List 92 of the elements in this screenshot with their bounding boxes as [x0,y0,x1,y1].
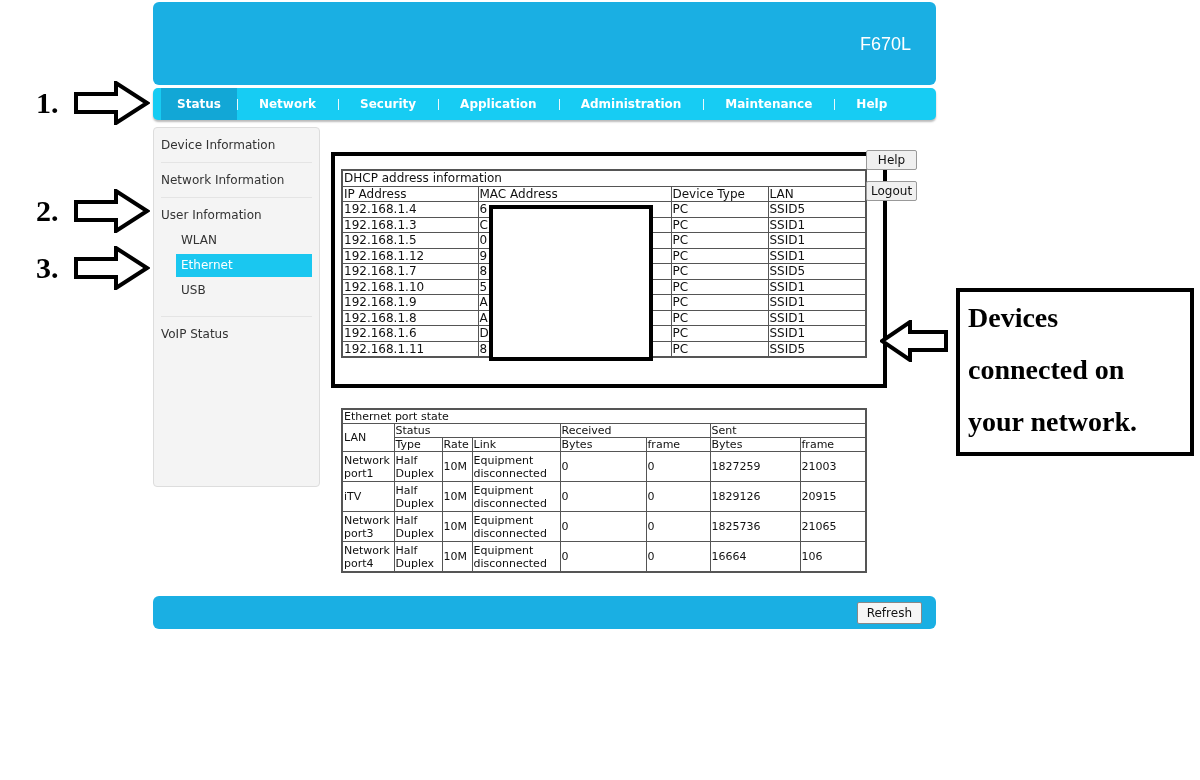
table-cell: PC [671,263,768,279]
arrow-icon [74,189,150,233]
table-cell: 192.168.1.11 [342,341,478,357]
table-cell: Half Duplex [394,511,442,542]
column-header: frame [646,437,710,452]
column-header: Received [560,423,710,438]
table-cell: 10M [442,481,472,512]
table-cell: Equipment disconnected [472,511,560,542]
table-cell: Equipment disconnected [472,541,560,572]
table-cell: 192.168.1.6 [342,325,478,341]
column-header: frame [800,437,867,452]
table-title: Ethernet port state [342,409,867,424]
column-header: Rate [442,437,472,452]
table-cell: Equipment disconnected [472,451,560,482]
table-cell: 192.168.1.3 [342,217,478,233]
table-cell: SSID1 [768,310,866,326]
page-button[interactable]: Logout [866,181,918,201]
step-number: 1. [36,85,59,121]
column-header: Status [394,423,560,438]
sidebar-item[interactable]: Device Information [161,128,312,162]
table-cell: 0 [646,451,710,482]
column-header: Type [394,437,442,452]
table-cell: 192.168.1.7 [342,263,478,279]
step-number: 3. [36,250,59,286]
table-cell: 0 [646,511,710,542]
table-cell: Equipment disconnected [472,481,560,512]
table-cell: SSID1 [768,217,866,233]
table-cell: PC [671,294,768,310]
table-cell: SSID5 [768,263,866,279]
table-cell: 192.168.1.12 [342,248,478,264]
table-cell: 192.168.1.8 [342,310,478,326]
table-cell: PC [671,248,768,264]
table-cell: 0 [560,451,646,482]
column-header: Bytes [560,437,646,452]
sidebar-subitem[interactable]: WLAN [176,229,312,252]
table-cell: PC [671,201,768,217]
column-header: IP Address [342,186,478,202]
table-cell: PC [671,232,768,248]
table-cell: SSID1 [768,325,866,341]
callout-text: your network. [968,405,1139,439]
table-cell: Network port1 [342,451,394,482]
table-cell: 10M [442,451,472,482]
column-header: Link [472,437,560,452]
table-cell: SSID5 [768,201,866,217]
table-cell: 10M [442,541,472,572]
table-cell: 0 [560,511,646,542]
table-cell: SSID1 [768,232,866,248]
table-cell: 0 [560,541,646,572]
sidebar-item[interactable]: User Information [161,198,312,232]
table-cell: 192.168.1.10 [342,279,478,295]
table-cell: 1827259 [710,451,800,482]
table-cell: 16664 [710,541,800,572]
table-cell: 0 [646,481,710,512]
table-cell: Half Duplex [394,451,442,482]
model-name: F670L [859,34,911,55]
table-cell: SSID1 [768,248,866,264]
table-cell: PC [671,310,768,326]
table-cell: iTV [342,481,394,512]
step-number: 2. [36,193,59,229]
table-cell: Network port3 [342,511,394,542]
table-cell: PC [671,325,768,341]
column-header: Bytes [710,437,800,452]
table-cell: 1825736 [710,511,800,542]
column-header: MAC Address [478,186,671,202]
sidebar-item[interactable]: Network Information [161,163,312,197]
arrow-icon [74,81,150,125]
table-cell: SSID1 [768,294,866,310]
sidebar-subitem[interactable]: USB [176,279,312,302]
table-cell: PC [671,217,768,233]
table-cell: 0 [560,481,646,512]
table-cell: PC [671,279,768,295]
callout-text: Devices [968,301,1060,335]
refresh-button[interactable]: Refresh [856,601,922,624]
column-header: Device Type [671,186,768,202]
table-cell: 192.168.1.5 [342,232,478,248]
page-button[interactable]: Help [866,150,918,170]
callout-text: connected on [968,353,1126,387]
table-cell: 0 [646,541,710,572]
table-cell: Network port4 [342,541,394,572]
table-cell: 1829126 [710,481,800,512]
table-cell: Half Duplex [394,481,442,512]
table-cell: 192.168.1.9 [342,294,478,310]
table-title: DHCP address information [342,170,866,186]
arrow-icon [74,246,150,290]
table-cell: 192.168.1.4 [342,201,478,217]
column-header: LAN [342,423,394,452]
table-cell: SSID1 [768,279,866,295]
column-header: Sent [710,423,867,438]
table-cell: 10M [442,511,472,542]
table-cell: Half Duplex [394,541,442,572]
sidebar-item[interactable]: VoIP Status [161,317,312,351]
table-cell: PC [671,341,768,357]
